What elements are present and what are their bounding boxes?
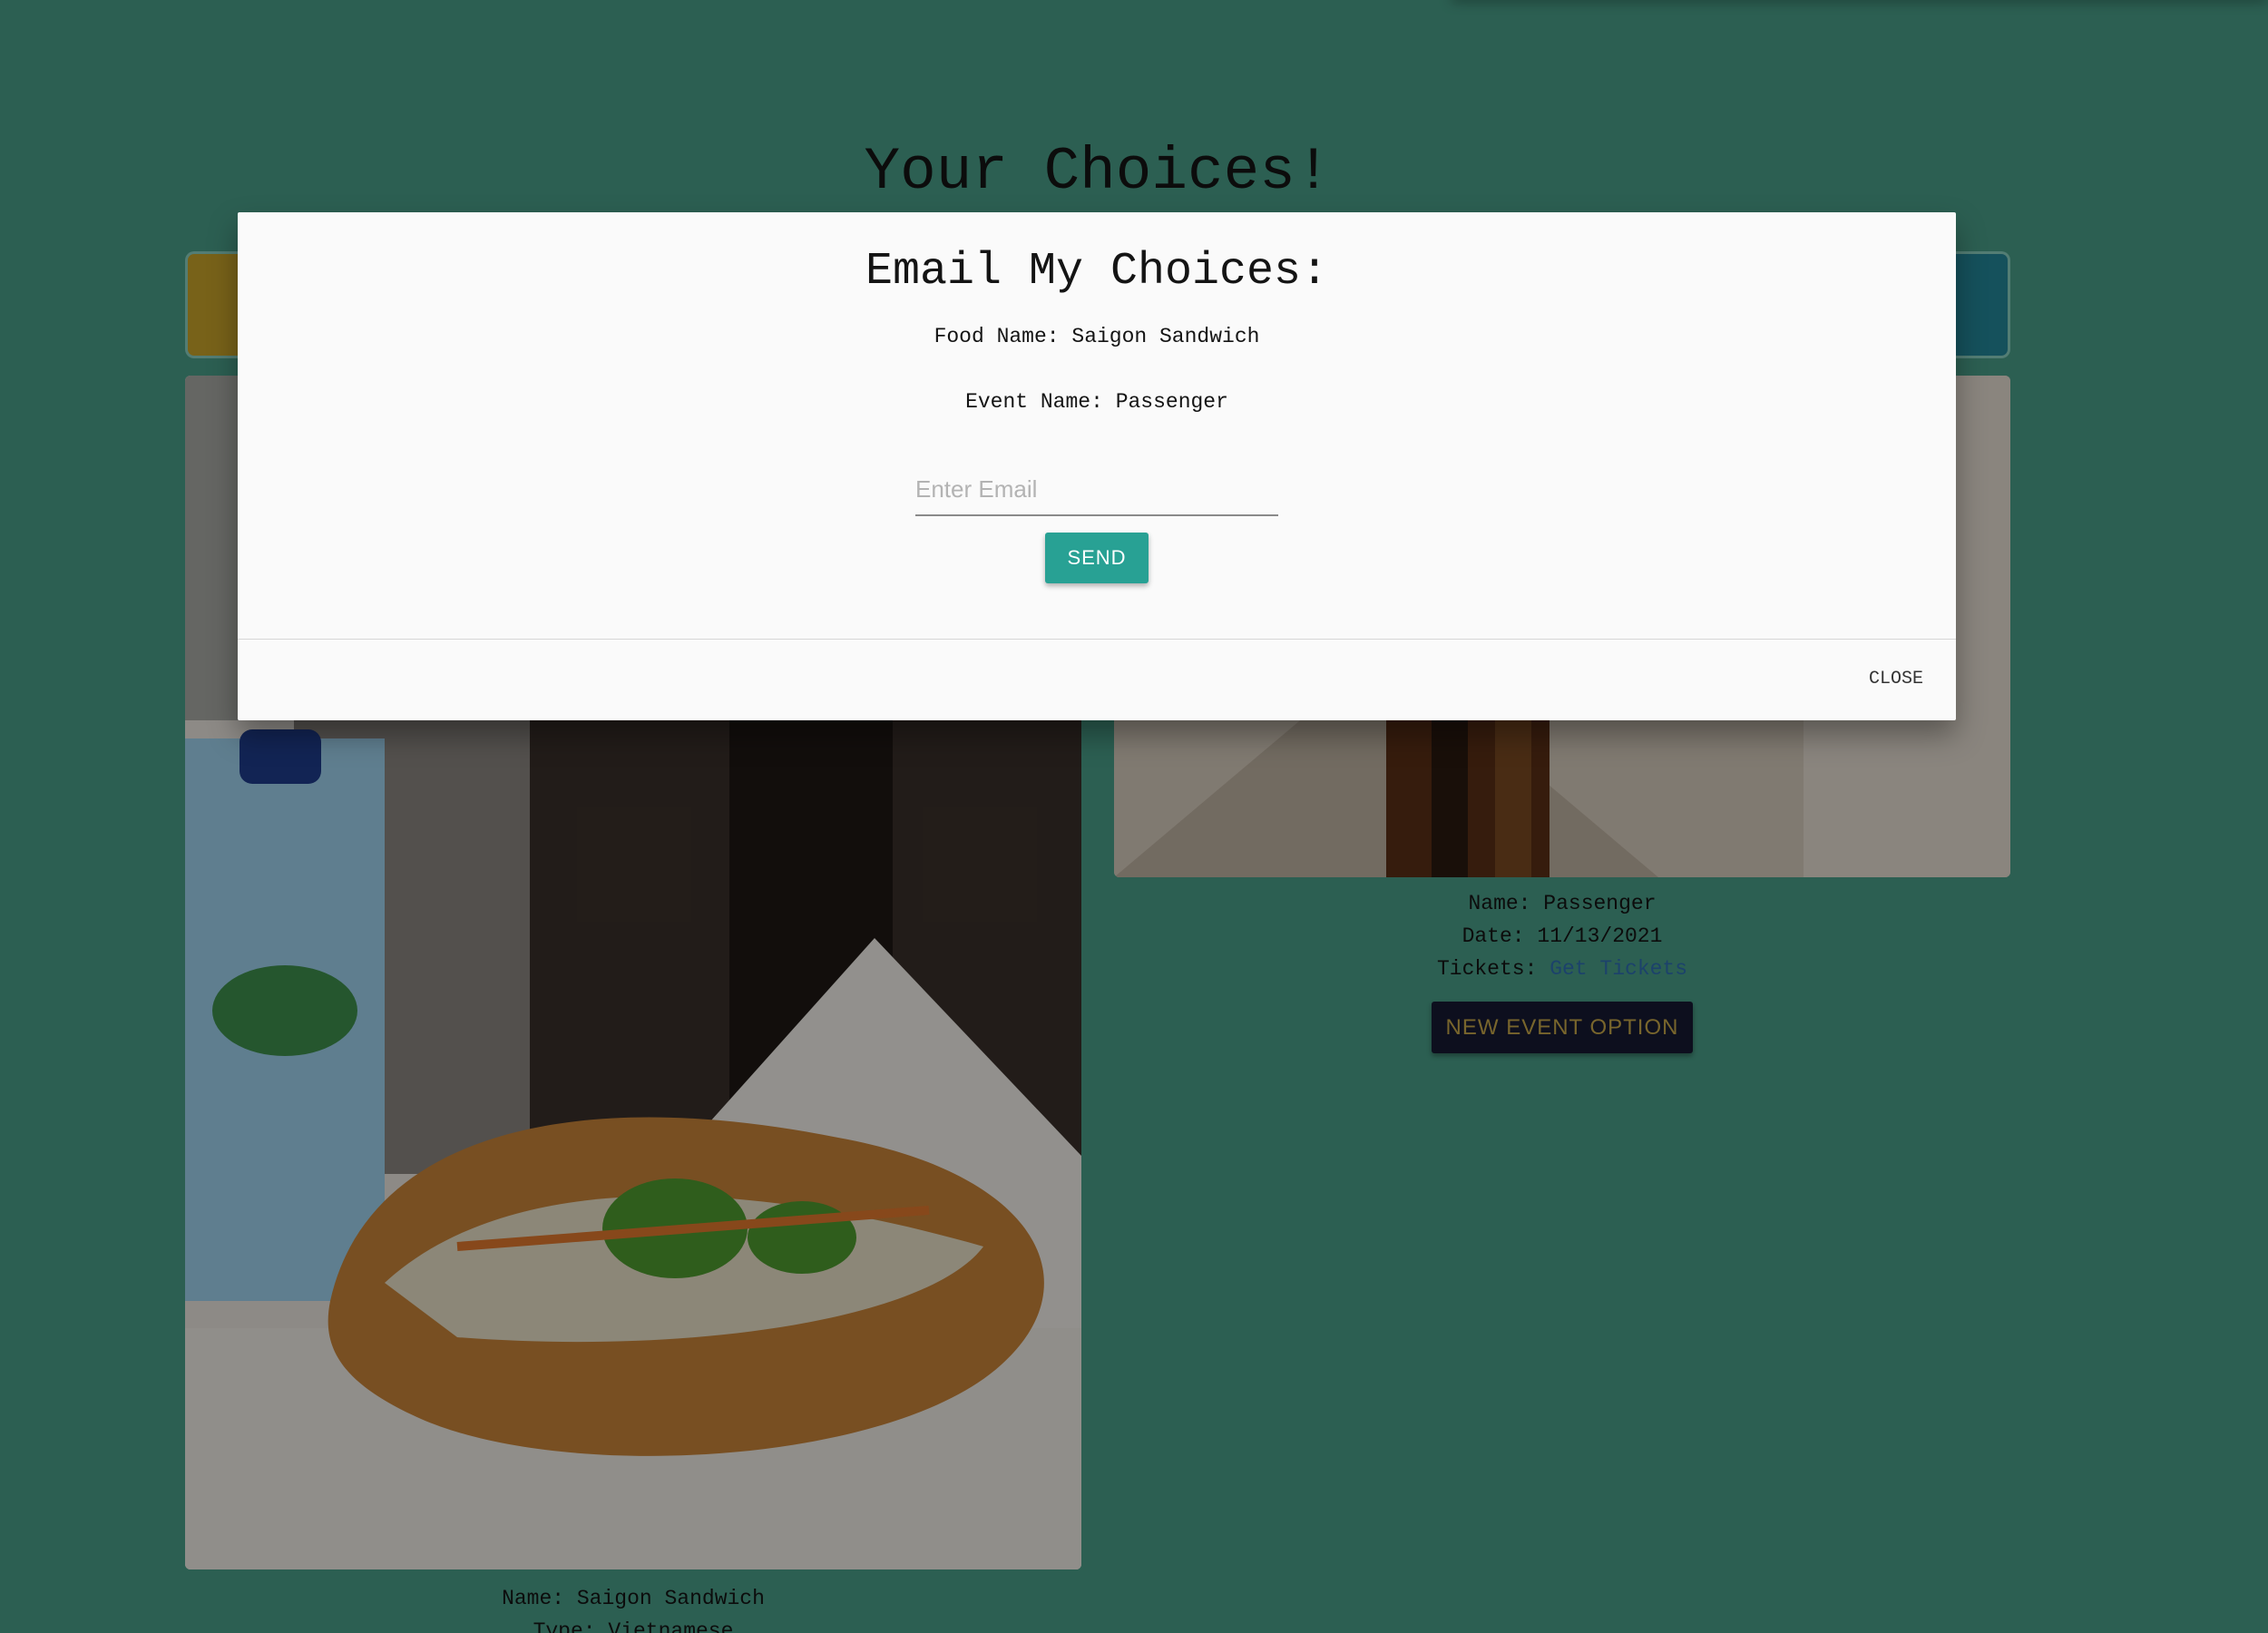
email-modal: Email My Choices: Food Name: Saigon Sand… [238, 212, 1956, 720]
close-button[interactable]: CLOSE [1867, 665, 1925, 693]
email-input[interactable] [915, 464, 1278, 516]
modal-event-name: Event Name: Passenger [965, 390, 1228, 414]
modal-footer: CLOSE [238, 639, 1956, 720]
modal-title: Email My Choices: [865, 246, 1329, 298]
send-button[interactable]: SEND [1045, 533, 1149, 583]
modal-food-name: Food Name: Saigon Sandwich [934, 325, 1260, 348]
